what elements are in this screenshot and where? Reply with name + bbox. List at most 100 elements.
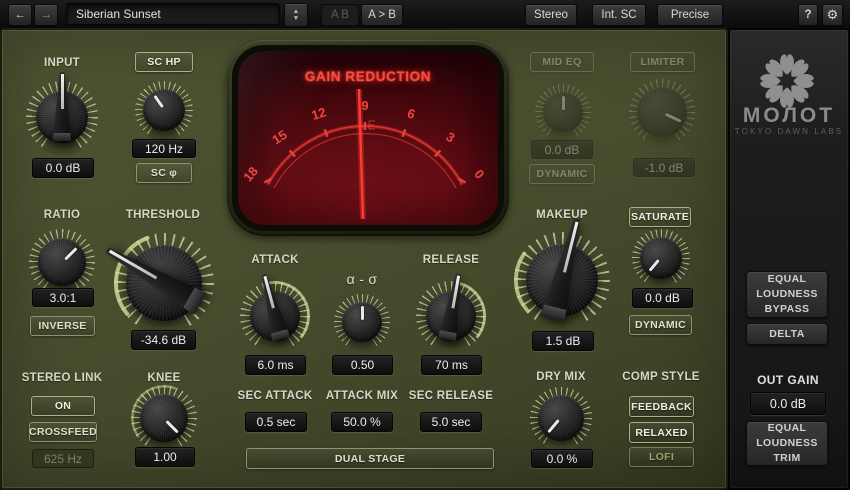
- preset-forward-button[interactable]: →: [34, 4, 58, 26]
- release-value[interactable]: 70 ms: [421, 355, 482, 375]
- makeup-label: MAKEUP: [536, 209, 588, 221]
- sidechain-mode-button[interactable]: Int. SC: [592, 4, 646, 26]
- knob-lever: [26, 72, 98, 153]
- preset-name: Siberian Sunset: [76, 7, 161, 21]
- stereo-link-label: STEREO LINK: [21, 372, 103, 384]
- sec-release-label: SEC RELEASE: [408, 390, 494, 402]
- plugin-window: ← → Siberian Sunset ▲ ▼ A B A > B Stereo…: [0, 0, 850, 490]
- scale-9: 9: [361, 98, 368, 113]
- meter-scale: 18 15 12 9 6 3 0: [240, 88, 488, 220]
- release-knob[interactable]: [414, 281, 488, 353]
- company-name: TOKYO DAWN LABS: [734, 127, 844, 136]
- help-icon: ?: [804, 9, 812, 21]
- attack-mix-value[interactable]: 50.0 %: [331, 412, 393, 432]
- alpha-sigma-value[interactable]: 0.50: [332, 355, 393, 375]
- scale-3: 3: [443, 129, 457, 146]
- arrow-right-icon: →: [40, 9, 52, 21]
- knob-lever: [410, 275, 491, 356]
- dry-mix-knob[interactable]: [528, 385, 594, 451]
- knob-pointer: [334, 294, 390, 350]
- comp-style-label: COMP STYLE: [622, 371, 700, 383]
- ab-copy-button[interactable]: A > B: [361, 4, 403, 26]
- mid-eq-knob[interactable]: [533, 82, 593, 142]
- stereo-link-on-button[interactable]: ON: [31, 396, 95, 416]
- sc-hp-button[interactable]: SC HP: [135, 52, 193, 72]
- preset-name-field[interactable]: Siberian Sunset: [66, 3, 280, 25]
- threshold-knob[interactable]: [114, 231, 216, 335]
- settings-button[interactable]: ⚙: [822, 4, 843, 26]
- input-knob[interactable]: [24, 72, 100, 155]
- saturate-value[interactable]: 0.0 dB: [632, 288, 693, 308]
- gear-icon: ⚙: [826, 7, 839, 22]
- quality-mode-button[interactable]: Precise: [657, 4, 723, 26]
- scale-12: 12: [310, 104, 328, 123]
- spinner-up-icon: ▲: [292, 7, 300, 15]
- comp-style-feedback-button[interactable]: FEEDBACK: [629, 396, 694, 417]
- help-button[interactable]: ?: [798, 4, 818, 26]
- ratio-knob[interactable]: [27, 227, 97, 297]
- arrow-left-icon: ←: [14, 9, 26, 21]
- scale-6: 6: [406, 105, 417, 121]
- preset-back-button[interactable]: ←: [8, 4, 32, 26]
- attack-value[interactable]: 6.0 ms: [245, 355, 306, 375]
- scale-15: 15: [269, 127, 289, 147]
- meter-needle: [356, 88, 366, 220]
- saturate-button[interactable]: SATURATE: [629, 207, 691, 227]
- makeup-value[interactable]: 1.5 dB: [532, 331, 594, 351]
- scale-18: 18: [240, 164, 261, 185]
- crossfeed-button[interactable]: CROSSFEED: [29, 422, 97, 442]
- comp-style-relaxed-button[interactable]: RELAXED: [629, 422, 694, 443]
- knob-pointer: [620, 217, 702, 299]
- meter-center-mark: [368, 120, 375, 130]
- brand-name: МОЛОТ: [742, 104, 836, 127]
- equal-loudness-trim-button[interactable]: EQUAL LOUDNESS TRIM: [746, 421, 828, 466]
- saturate-dynamic-button[interactable]: DYNAMIC: [629, 315, 692, 335]
- sc-hp-knob[interactable]: [133, 79, 195, 141]
- input-value[interactable]: 0.0 dB: [32, 158, 94, 178]
- gain-reduction-meter: GAIN REDUCTION 18 15 12 9 6 3 0: [238, 51, 498, 225]
- scale-0: 0: [471, 167, 487, 182]
- out-gain-label: OUT GAIN: [757, 373, 819, 387]
- equal-loudness-bypass-button[interactable]: EQUAL LOUDNESS BYPASS: [746, 271, 828, 318]
- saturate-knob[interactable]: [630, 227, 692, 289]
- channel-mode-button[interactable]: Stereo: [525, 4, 577, 26]
- dual-stage-button[interactable]: DUAL STAGE: [246, 448, 494, 469]
- limiter-button[interactable]: LIMITER: [630, 52, 695, 72]
- inverse-button[interactable]: INVERSE: [30, 316, 95, 336]
- limiter-knob[interactable]: [627, 77, 697, 147]
- sc-phase-button[interactable]: SC φ: [136, 163, 192, 183]
- dry-mix-value[interactable]: 0.0 %: [531, 449, 593, 468]
- mid-eq-dynamic-button[interactable]: DYNAMIC: [529, 164, 595, 184]
- delta-button[interactable]: DELTA: [746, 323, 828, 345]
- sec-attack-value[interactable]: 0.5 sec: [245, 412, 307, 432]
- makeup-knob[interactable]: [512, 232, 612, 330]
- alpha-sigma-knob[interactable]: [332, 292, 392, 352]
- sec-attack-label: SEC ATTACK: [237, 390, 313, 402]
- knee-knob[interactable]: [129, 383, 199, 453]
- alpha-sigma-label: α - σ: [346, 271, 378, 287]
- release-label: RELEASE: [422, 254, 480, 266]
- attack-mix-label: ATTACK MIX: [325, 390, 399, 402]
- sec-release-value[interactable]: 5.0 sec: [420, 412, 482, 432]
- ab-compare-button[interactable]: A B: [321, 4, 359, 26]
- threshold-label: THRESHOLD: [125, 209, 201, 221]
- comp-style-lofi-button[interactable]: LOFI: [629, 447, 694, 467]
- mid-eq-value[interactable]: 0.0 dB: [531, 140, 593, 159]
- knob-pointer: [535, 84, 591, 140]
- mid-eq-button[interactable]: MID EQ: [530, 52, 594, 72]
- crossfeed-value[interactable]: 625 Hz: [32, 449, 94, 468]
- knee-value[interactable]: 1.00: [135, 447, 195, 467]
- meter-title: GAIN REDUCTION: [304, 69, 432, 84]
- knob-pointer: [618, 68, 706, 156]
- spinner-down-icon: ▼: [292, 14, 300, 22]
- input-label: INPUT: [44, 57, 80, 69]
- sc-hp-value[interactable]: 120 Hz: [132, 139, 196, 158]
- out-gain-value[interactable]: 0.0 dB: [750, 392, 826, 415]
- attack-knob[interactable]: [238, 281, 312, 353]
- preset-spinner[interactable]: ▲ ▼: [284, 3, 308, 27]
- ratio-value[interactable]: 3.0:1: [32, 288, 94, 307]
- limiter-value[interactable]: -1.0 dB: [633, 158, 695, 177]
- attack-label: ATTACK: [251, 254, 299, 266]
- title-bar: ← → Siberian Sunset ▲ ▼ A B A > B Stereo…: [0, 0, 850, 29]
- threshold-value[interactable]: -34.6 dB: [131, 330, 196, 350]
